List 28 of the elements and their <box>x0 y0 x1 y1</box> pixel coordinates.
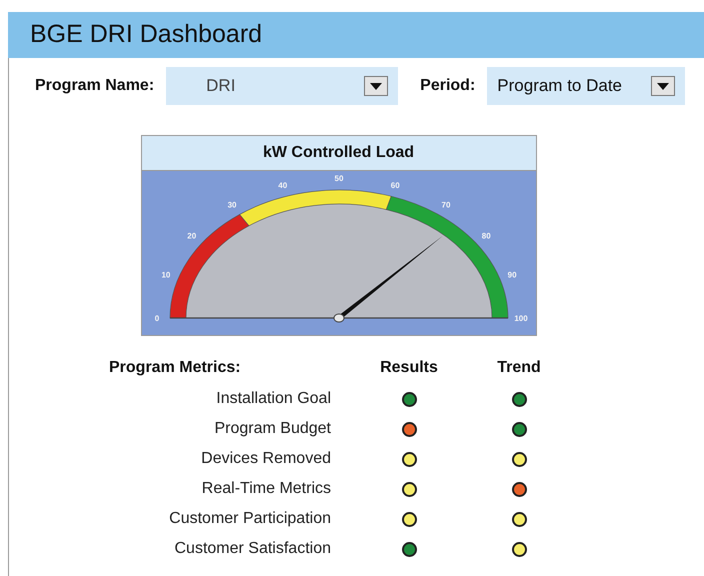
column-header: Program Metrics: <box>109 359 241 376</box>
column-header: Trend <box>497 358 541 378</box>
field-label: Period: <box>420 76 476 96</box>
tick-label: 0 <box>154 314 159 323</box>
tick-label: 60 <box>390 180 400 190</box>
dropdown-field[interactable]: Program to Date <box>487 67 686 105</box>
dropdown-arrow-icon <box>657 82 670 90</box>
metric-label: Devices Removed <box>201 449 331 469</box>
tick-label: 90 <box>507 270 516 280</box>
tick-label: 70 <box>441 200 450 210</box>
tick-label: 40 <box>278 180 287 190</box>
tick-label: 30 <box>227 200 236 210</box>
dropdown-arrow-icon <box>370 82 382 90</box>
tick-label: 10 <box>160 270 170 280</box>
column-header: Results <box>380 358 438 378</box>
tick-label: 50 <box>334 174 343 183</box>
metric-label: Real-Time Metrics <box>202 479 331 499</box>
dashboard-title: BGE DRI Dashboard <box>30 19 262 50</box>
tick-label: 80 <box>481 232 490 241</box>
metric-label: Customer Satisfaction <box>174 539 331 559</box>
metric-label: Program Budget <box>214 419 331 439</box>
tick-label: 20 <box>186 232 196 241</box>
dropdown-field[interactable]: DRI <box>166 67 398 105</box>
tick-label: 100 <box>514 314 528 323</box>
metric-label: Installation Goal <box>216 389 331 409</box>
gauge-title: kW Controlled Load <box>142 136 536 171</box>
field-label: Program Name: <box>35 76 154 96</box>
metric-label: Customer Participation <box>169 509 331 529</box>
